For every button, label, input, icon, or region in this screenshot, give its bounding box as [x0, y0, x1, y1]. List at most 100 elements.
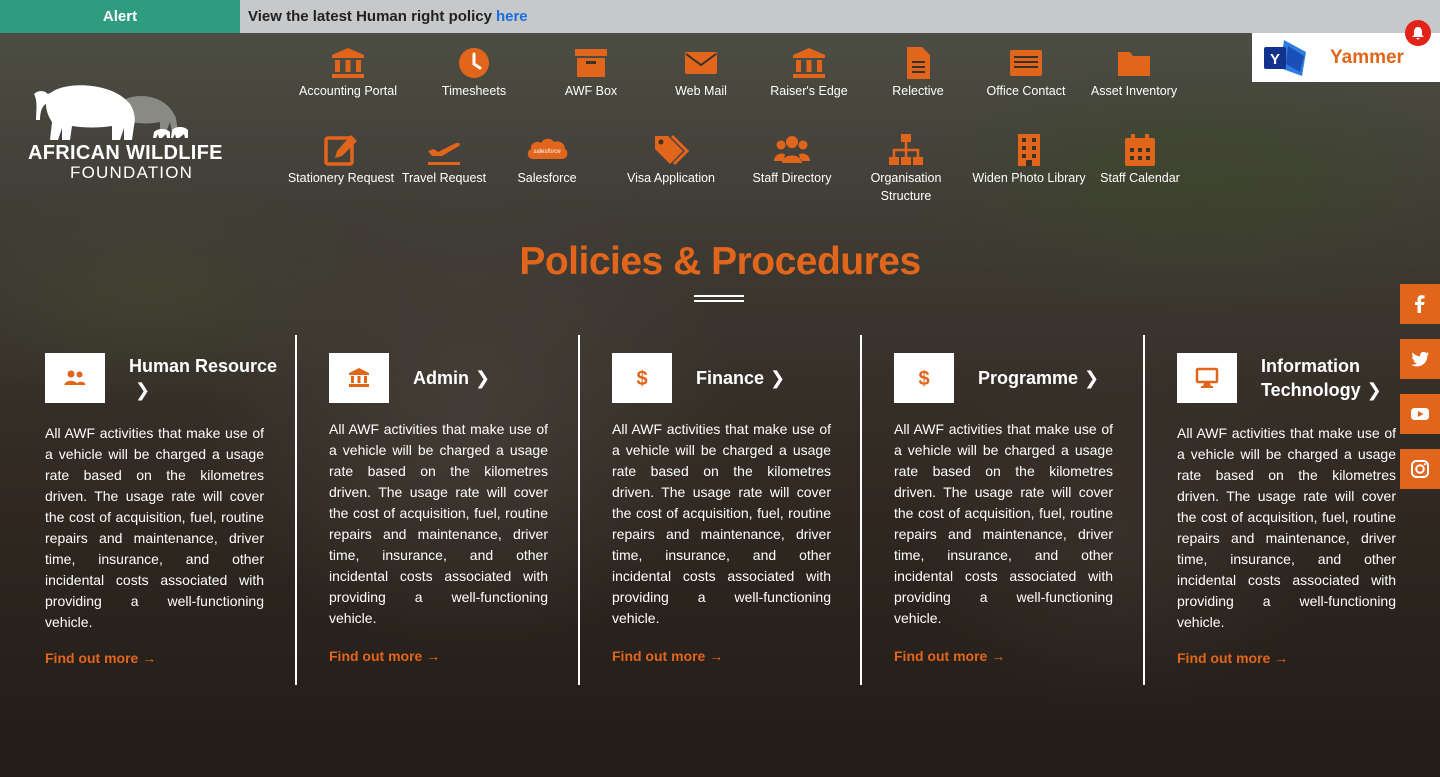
- alert-bar: Alert View the latest Human right policy…: [0, 0, 1440, 33]
- chevron-right-icon: ❯: [135, 380, 151, 400]
- clock-icon: [456, 46, 492, 80]
- calendar-icon: [1122, 133, 1158, 167]
- policy-title-text: Admin: [413, 368, 469, 388]
- policy-header-admin[interactable]: Admin ❯: [329, 353, 569, 403]
- quick-link-label: AWF Box: [564, 84, 618, 98]
- quick-link-label: Accounting Portal: [299, 84, 397, 98]
- policy-description: All AWF activities that make use of a ve…: [1177, 425, 1396, 630]
- find-out-more-link[interactable]: Find out more →: [45, 650, 156, 666]
- policy-title-text: Information Technology: [1261, 356, 1361, 400]
- policy-description: All AWF activities that make use of a ve…: [612, 421, 831, 626]
- quick-link-awf-box[interactable]: AWF Box: [531, 46, 651, 100]
- quick-link-salesforce[interactable]: salesforce Salesforce: [487, 133, 607, 187]
- chevron-right-icon: ❯: [1366, 380, 1382, 400]
- quick-link-label: Relective: [892, 84, 944, 98]
- alert-link[interactable]: here: [496, 8, 528, 25]
- quick-link-staff-calendar[interactable]: Staff Calendar: [1080, 133, 1200, 187]
- arrow-right-icon: →: [426, 648, 441, 664]
- building-icon: [1011, 133, 1047, 167]
- quick-link-accounting-portal[interactable]: Accounting Portal: [288, 46, 408, 100]
- find-out-more-link[interactable]: Find out more →: [329, 648, 440, 664]
- policy-header-programme[interactable]: $ Programme ❯: [894, 353, 1134, 403]
- svg-text:$: $: [636, 368, 647, 390]
- yammer-icon: Y: [1264, 38, 1308, 78]
- salesforce-cloud-icon: salesforce: [525, 133, 569, 167]
- find-out-more-link[interactable]: Find out more →: [1177, 650, 1288, 666]
- policy-title: Human Resource ❯: [129, 354, 285, 402]
- notification-bell-icon[interactable]: [1405, 20, 1431, 46]
- document-icon: [900, 46, 936, 80]
- find-out-more-label: Find out more: [329, 648, 423, 664]
- quick-link-label: Stationery Request: [287, 171, 395, 185]
- twitter-icon[interactable]: [1400, 339, 1440, 379]
- quick-link-label: Office Contact: [986, 84, 1066, 98]
- find-out-more-label: Find out more: [894, 648, 988, 664]
- quick-link-label: Organisation Structure: [870, 171, 942, 203]
- quick-link-visa-application[interactable]: Visa Application: [611, 133, 731, 187]
- desktop-icon: [1177, 353, 1237, 403]
- quick-link-label: Web Mail: [675, 84, 727, 98]
- find-out-more-link[interactable]: Find out more →: [612, 648, 723, 664]
- quick-link-office-contact[interactable]: Office Contact: [966, 46, 1086, 100]
- quick-link-widen-photo-library[interactable]: Widen Photo Library: [969, 133, 1089, 187]
- policy-column-admin: Admin ❯ All AWF activities that make use …: [295, 335, 578, 685]
- find-out-more-link[interactable]: Find out more →: [894, 648, 1005, 664]
- awf-logo[interactable]: AFRICAN WILDLIFE FOUNDATION: [26, 82, 246, 183]
- policy-description: All AWF activities that make use of a ve…: [45, 425, 264, 630]
- youtube-icon[interactable]: [1400, 394, 1440, 434]
- quick-link-asset-inventory[interactable]: Asset Inventory: [1074, 46, 1194, 100]
- chevron-right-icon: ❯: [475, 368, 491, 388]
- alert-message: View the latest Human right policy here: [240, 0, 1440, 33]
- quick-link-label: Timesheets: [441, 84, 507, 98]
- find-out-more-label: Find out more: [1177, 650, 1271, 666]
- chevron-right-icon: ❯: [1084, 368, 1100, 388]
- yammer-icon-letter: Y: [1270, 51, 1280, 68]
- chevron-right-icon: ❯: [770, 368, 786, 388]
- quick-link-relective[interactable]: Relective: [858, 46, 978, 100]
- bank-icon: [329, 353, 389, 403]
- title-divider: [694, 295, 744, 297]
- quick-link-travel-request[interactable]: Travel Request: [384, 133, 504, 187]
- quick-link-web-mail[interactable]: Web Mail: [641, 46, 761, 100]
- policy-title-text: Finance: [696, 368, 765, 388]
- quick-link-label: Staff Calendar: [1100, 171, 1180, 185]
- bank-icon: [330, 46, 366, 80]
- policy-header-finance[interactable]: $ Finance ❯: [612, 353, 852, 403]
- yammer-label: Yammer: [1330, 46, 1404, 68]
- elephant-logo-icon: [34, 85, 188, 140]
- policy-header-information-technology[interactable]: Information Technology ❯: [1177, 353, 1402, 403]
- sitemap-icon: [888, 133, 924, 167]
- quick-link-stationery-request[interactable]: Stationery Request: [281, 133, 401, 187]
- salesforce-logo-text: salesforce: [533, 149, 561, 155]
- policy-title: Programme ❯: [978, 366, 1099, 390]
- instagram-icon[interactable]: [1400, 449, 1440, 489]
- policy-column-programme: $ Programme ❯ All AWF activities that mak…: [860, 335, 1143, 685]
- quick-link-label: Travel Request: [401, 171, 487, 185]
- arrow-right-icon: →: [991, 648, 1006, 664]
- edit-icon: [323, 133, 359, 167]
- policy-column-human-resource: Human Resource ❯ All AWF activities that …: [13, 335, 296, 685]
- quick-link-staff-directory[interactable]: Staff Directory: [732, 133, 852, 187]
- quick-link-label: Staff Directory: [752, 171, 832, 185]
- tags-icon: [653, 133, 689, 167]
- policy-header-human-resource[interactable]: Human Resource ❯: [45, 353, 285, 403]
- policy-description: All AWF activities that make use of a ve…: [894, 421, 1113, 626]
- building-columns-icon: [791, 46, 827, 80]
- quick-link-organisation-structure[interactable]: Organisation Structure: [846, 133, 966, 205]
- quick-link-label: Salesforce: [517, 171, 577, 185]
- users-icon: [774, 133, 810, 167]
- dollar-icon: $: [612, 353, 672, 403]
- quick-link-label: Asset Inventory: [1090, 84, 1178, 98]
- quick-link-label: Raiser's Edge: [770, 84, 848, 98]
- policy-column-information-technology: Information Technology ❯ All AWF activiti…: [1143, 335, 1400, 685]
- quick-link-label: Visa Application: [626, 171, 716, 185]
- quick-link-raisers-edge[interactable]: Raiser's Edge: [749, 46, 869, 100]
- alert-label: Alert: [0, 0, 240, 33]
- policies-title: Policies & Procedures: [519, 240, 921, 283]
- logo-text-line1: AFRICAN WILDLIFE: [28, 142, 223, 164]
- facebook-icon[interactable]: [1400, 284, 1440, 324]
- alert-message-text: View the latest Human right policy: [248, 8, 492, 25]
- quick-link-timesheets[interactable]: Timesheets: [414, 46, 534, 100]
- policy-title: Finance ❯: [696, 366, 785, 390]
- plane-departure-icon: [426, 133, 462, 167]
